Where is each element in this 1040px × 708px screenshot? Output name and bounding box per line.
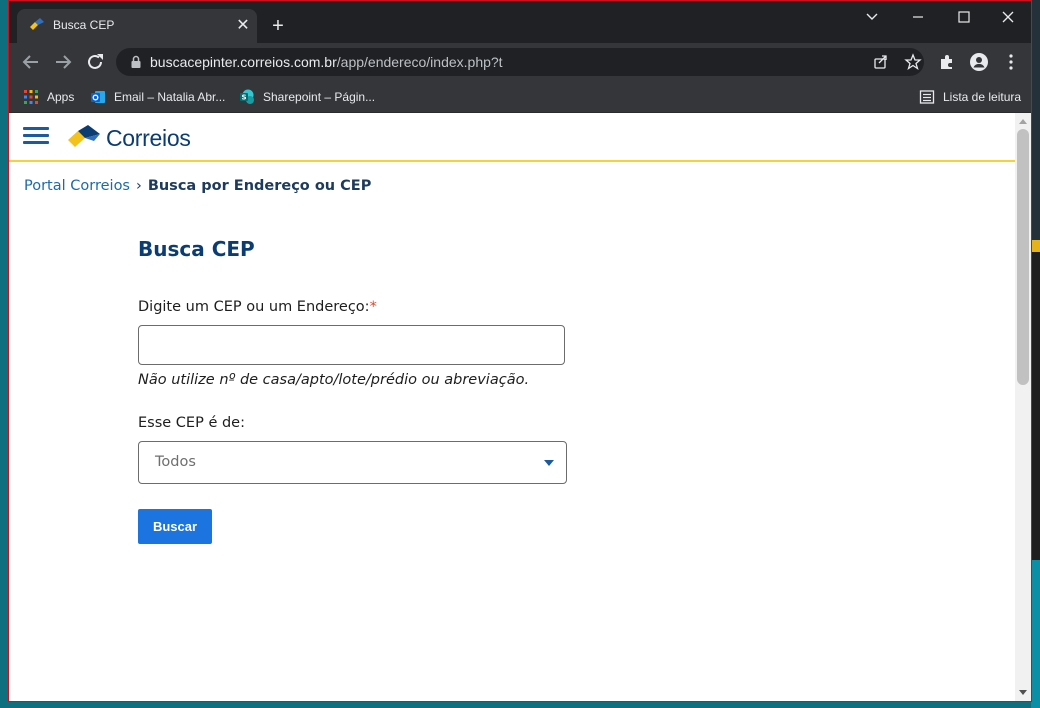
bookmark-sharepoint[interactable]: S Sharepoint – Págin... [239,87,375,107]
cep-type-select[interactable]: Todos [138,441,567,484]
minimize-icon[interactable] [895,5,941,29]
bookmark-label: Apps [47,90,75,104]
browser-menu-icon[interactable] [1001,52,1021,72]
bookmark-label: Email – Natalia Abr... [114,90,226,104]
reading-list-icon [919,90,935,104]
bookmark-star-icon[interactable] [904,53,922,71]
cep-type-label: Esse CEP é de: [138,415,245,431]
extensions-puzzle-icon[interactable] [937,52,957,72]
tab-busca-cep[interactable]: Busca CEP ✕ [17,9,257,43]
bookmark-email[interactable]: Email – Natalia Abr... [90,87,225,107]
sharepoint-icon: S [240,89,254,104]
cep-input[interactable] [138,325,565,365]
bookmark-label: Sharepoint – Págin... [263,90,376,104]
scrollbar-thumb[interactable] [1017,129,1029,385]
browser-toolbar: buscacepinter.correios.com.br/app/endere… [9,43,1031,81]
lock-icon [131,55,141,68]
page-scrollbar[interactable] [1015,113,1031,701]
close-tab-icon[interactable]: ✕ [233,15,253,35]
reading-list-label: Lista de leitura [943,90,1022,104]
buscar-button[interactable]: Buscar [138,509,212,544]
outlook-icon [91,91,105,103]
breadcrumb-separator: › [136,178,142,194]
forward-arrow-icon[interactable] [51,50,75,74]
breadcrumb: Portal Correios › Busca por Endereço ou CE… [24,178,371,194]
breadcrumb-current: Busca por Endereço ou CEP [147,178,372,194]
scroll-up-arrow-icon[interactable] [1019,119,1027,124]
correios-logo[interactable]: Correios [68,123,191,153]
maximize-icon[interactable] [941,5,987,29]
address-bar[interactable]: buscacepinter.correios.com.br/app/endere… [116,48,924,76]
correios-logo-icon [68,125,100,147]
url-text: buscacepinter.correios.com.br/app/endere… [150,54,503,70]
browser-window: Busca CEP ✕ + buscacepinter.correios.com… [8,0,1032,702]
tab-search-chevron-icon[interactable] [849,5,895,29]
desktop-background [1031,0,1040,708]
correios-favicon-icon [30,18,44,30]
bookmarks-bar: Apps Email – Natalia Abr... S Sharepoint… [9,81,1031,113]
breadcrumb-home-link[interactable]: Portal Correios [24,178,130,194]
tab-strip: Busca CEP ✕ + [9,1,1031,43]
cep-label-text: Digite um CEP ou um Endereço: [138,299,370,315]
caret-down-icon [544,460,554,466]
apps-grid-icon [24,90,38,104]
profile-avatar-icon[interactable] [969,52,989,72]
new-tab-button[interactable]: + [267,15,289,37]
tab-title: Busca CEP [53,18,115,32]
bookmark-apps[interactable]: Apps [23,87,74,107]
required-mark: * [369,299,377,315]
site-header: Correios [9,113,1015,162]
reading-list-button[interactable]: Lista de leitura [919,87,1021,107]
reload-icon[interactable] [83,50,107,74]
close-window-icon[interactable] [985,5,1031,29]
url-path: /app/endereco/index.php?t [336,54,503,70]
cep-hint: Não utilize nº de casa/apto/lote/prédio … [138,372,530,388]
scroll-down-arrow-icon[interactable] [1019,690,1027,695]
page-title: Busca CEP [138,237,255,261]
svg-text:S: S [241,94,246,102]
url-host: buscacepinter.correios.com.br [150,54,337,70]
logo-text: Correios [106,124,191,151]
back-arrow-icon[interactable] [19,50,43,74]
cep-type-selected: Todos [155,454,196,470]
share-icon[interactable] [872,53,890,71]
cep-label: Digite um CEP ou um Endereço:* [138,299,377,315]
web-page: Correios Portal Correios › Busca por Ender… [9,113,1015,701]
hamburger-menu-icon[interactable] [23,127,49,145]
